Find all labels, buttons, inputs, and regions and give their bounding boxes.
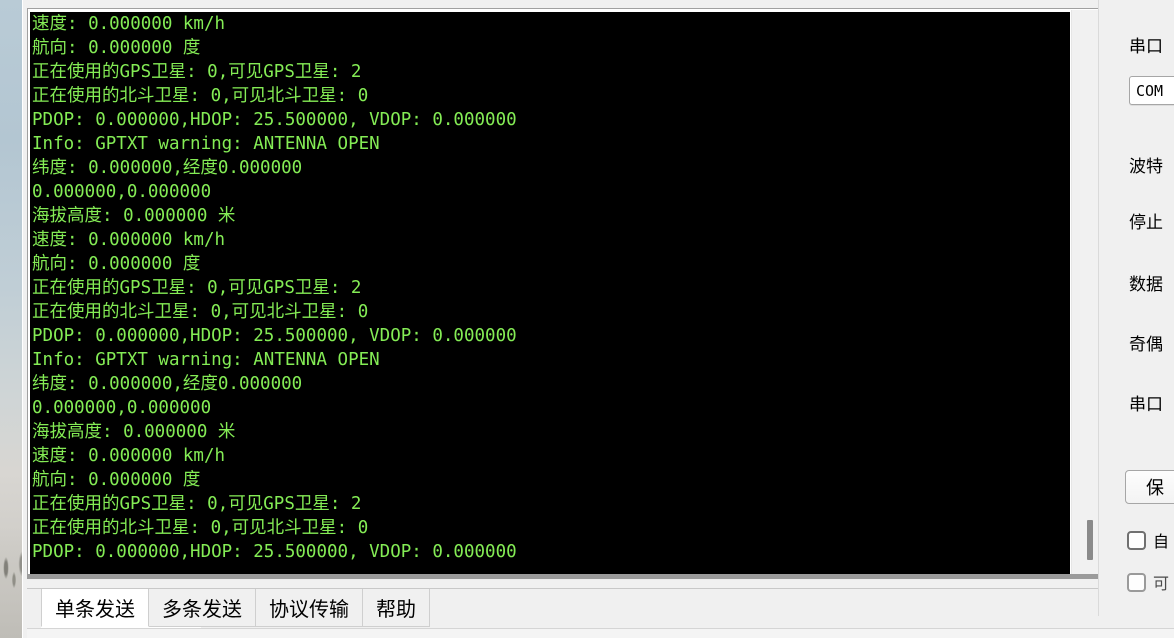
- baud-rate-label: 波特: [1129, 157, 1163, 177]
- terminal-line: 海拔高度: 0.000000 米: [32, 422, 236, 442]
- terminal-scrollbar-thumb[interactable]: [1087, 520, 1093, 560]
- secondary-option-checkbox[interactable]: [1127, 572, 1146, 592]
- terminal-line: PDOP: 0.000000,HDOP: 25.500000, VDOP: 0.…: [32, 110, 517, 130]
- serial-assistant-window: 速度: 0.000000 km/h 航向: 0.000000 度正在使用的GPS卫…: [22, 0, 1174, 638]
- tab-3[interactable]: 帮助: [363, 589, 430, 627]
- terminal-line: 纬度: 0.000000,经度0.000000: [32, 158, 303, 178]
- bottom-tab-bar: 单条发送 多条发送 协议传输 帮助: [23, 588, 1174, 638]
- terminal-line: 正在使用的北斗卫星: 0,可见北斗卫星: 0: [32, 302, 369, 322]
- tab-0[interactable]: 单条发送: [41, 589, 149, 627]
- serial-output-terminal[interactable]: 速度: 0.000000 km/h 航向: 0.000000 度正在使用的GPS卫…: [30, 12, 1070, 577]
- tab-2[interactable]: 协议传输: [256, 589, 363, 627]
- terminal-line: Info: GPTXT warning: ANTENNA OPEN: [32, 134, 380, 154]
- secondary-option-label: 可: [1153, 574, 1170, 593]
- auto-option-checkbox-row[interactable]: 自: [1127, 528, 1169, 552]
- terminal-line: 速度: 0.000000 km/h: [32, 230, 226, 250]
- serial-port-label: 串口: [1129, 37, 1163, 57]
- terminal-line: 航向: 0.000000 度: [32, 470, 201, 490]
- tab-panel-body: [27, 628, 1174, 638]
- terminal-line: 航向: 0.000000 度: [32, 38, 201, 58]
- terminal-line: PDOP: 0.000000,HDOP: 25.500000, VDOP: 0.…: [32, 542, 517, 562]
- terminal-line: 正在使用的GPS卫星: 0,可见GPS卫星: 2: [32, 494, 362, 514]
- terminal-line: 正在使用的GPS卫星: 0,可见GPS卫星: 2: [32, 62, 362, 82]
- terminal-bottom-edge: [27, 574, 1114, 579]
- auto-option-checkbox[interactable]: [1127, 530, 1146, 550]
- terminal-line: 0.000000,0.000000: [32, 398, 212, 418]
- terminal-line: PDOP: 0.000000,HDOP: 25.500000, VDOP: 0.…: [32, 326, 517, 346]
- serial-settings-panel: 串口 COM 波特 停止 数据 奇偶 串口 保 自 可: [1098, 0, 1174, 616]
- terminal-line: Info: GPTXT warning: ANTENNA OPEN: [32, 350, 380, 370]
- terminal-line: 正在使用的GPS卫星: 0,可见GPS卫星: 2: [32, 278, 362, 298]
- terminal-line: 速度: 0.000000 km/h: [32, 14, 226, 34]
- serial-port-select[interactable]: COM: [1129, 76, 1174, 105]
- terminal-line: 海拔高度: 0.000000 米: [32, 206, 236, 226]
- secondary-option-checkbox-row[interactable]: 可: [1127, 570, 1169, 594]
- terminal-line: 正在使用的北斗卫星: 0,可见北斗卫星: 0: [32, 518, 369, 538]
- save-button[interactable]: 保: [1125, 470, 1174, 504]
- serial-port-action-label: 串口: [1129, 395, 1163, 415]
- terminal-line: 航向: 0.000000 度: [32, 254, 201, 274]
- tab-list: 单条发送 多条发送 协议传输 帮助: [41, 589, 430, 629]
- screen-root: 速度: 0.000000 km/h 航向: 0.000000 度正在使用的GPS卫…: [0, 0, 1174, 638]
- terminal-line: 正在使用的北斗卫星: 0,可见北斗卫星: 0: [32, 86, 369, 106]
- auto-option-label: 自: [1153, 532, 1170, 551]
- parity-label: 奇偶: [1129, 335, 1163, 355]
- terminal-line: 纬度: 0.000000,经度0.000000: [32, 374, 303, 394]
- stop-bits-label: 停止: [1129, 213, 1163, 233]
- terminal-line: 0.000000,0.000000: [32, 182, 212, 202]
- terminal-line: 速度: 0.000000 km/h: [32, 446, 226, 466]
- tab-1[interactable]: 多条发送: [149, 589, 256, 627]
- data-bits-label: 数据: [1129, 275, 1163, 295]
